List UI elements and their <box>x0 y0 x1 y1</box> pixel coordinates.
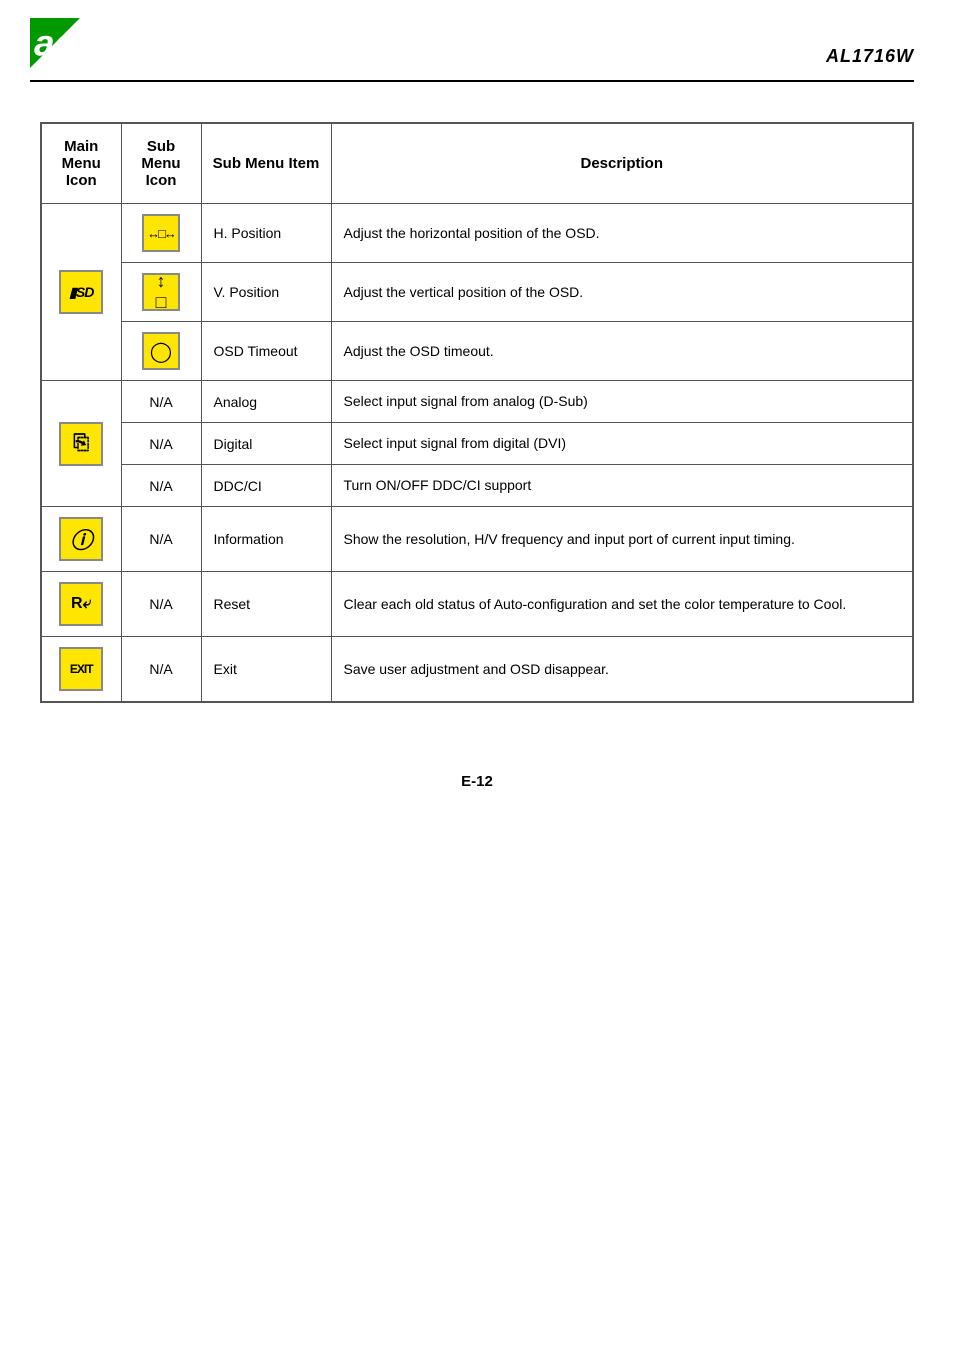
main-icon-info: ⓘ <box>59 517 103 561</box>
item-vposition: V. Position <box>201 263 331 322</box>
page-header: acer AL1716W <box>0 0 954 72</box>
sub-na-reset-cell: N/A <box>121 572 201 637</box>
desc-analog: Select input signal from analog (D-Sub) <box>331 381 913 423</box>
desc-vposition: Adjust the vertical position of the OSD. <box>331 263 913 322</box>
table-row: ◯ OSD Timeout Adjust the OSD timeout. <box>41 322 913 381</box>
table-row: EXIT N/A Exit Save user adjustment and O… <box>41 637 913 703</box>
desc-reset: Clear each old status of Auto-configurat… <box>331 572 913 637</box>
desc-hposition: Adjust the horizontal position of the OS… <box>331 204 913 263</box>
col-header-desc: Description <box>331 123 913 204</box>
table-row: ⓘ N/A Information Show the resolution, H… <box>41 507 913 572</box>
table-row: ⎘ N/A Analog Select input signal from an… <box>41 381 913 423</box>
sub-icon-clock: ◯ <box>142 332 180 370</box>
main-icon-reset-cell: R⤶ <box>41 572 121 637</box>
item-reset: Reset <box>201 572 331 637</box>
sub-icon-clock-cell: ◯ <box>121 322 201 381</box>
item-osd-timeout: OSD Timeout <box>201 322 331 381</box>
main-icon-info-cell: ⓘ <box>41 507 121 572</box>
desc-information: Show the resolution, H/V frequency and i… <box>331 507 913 572</box>
desc-exit: Save user adjustment and OSD disappear. <box>331 637 913 703</box>
item-analog: Analog <box>201 381 331 423</box>
sub-na-digital-cell: N/A <box>121 423 201 465</box>
page-footer: E-12 <box>0 773 954 820</box>
sub-icon-vpos: ↕□ <box>142 273 180 311</box>
page-number: E-12 <box>461 773 493 790</box>
main-content: MainMenuIcon SubMenuIcon Sub Menu Item D… <box>0 82 954 733</box>
table-row: ↕□ V. Position Adjust the vertical posit… <box>41 263 913 322</box>
col-header-main: MainMenuIcon <box>41 123 121 204</box>
col-header-sub: SubMenuIcon <box>121 123 201 204</box>
desc-osd-timeout: Adjust the OSD timeout. <box>331 322 913 381</box>
table-row: R⤶ N/A Reset Clear each old status of Au… <box>41 572 913 637</box>
sub-icon-vpos-cell: ↕□ <box>121 263 201 322</box>
item-exit: Exit <box>201 637 331 703</box>
sub-na-analog-cell: N/A <box>121 381 201 423</box>
desc-ddcci: Turn ON/OFF DDC/CI support <box>331 465 913 507</box>
model-name: AL1716W <box>826 18 914 67</box>
sub-na-info-cell: N/A <box>121 507 201 572</box>
table-row: ▮SD ↔□↔ H. Position Adjust the horizonta… <box>41 204 913 263</box>
desc-digital: Select input signal from digital (DVI) <box>331 423 913 465</box>
svg-text:acer: acer <box>34 23 111 64</box>
item-ddcci: DDC/CI <box>201 465 331 507</box>
main-icon-exit-cell: EXIT <box>41 637 121 703</box>
sub-icon-hpos: ↔□↔ <box>142 214 180 252</box>
table-row: N/A Digital Select input signal from dig… <box>41 423 913 465</box>
main-icon-exit: EXIT <box>59 647 103 691</box>
item-hposition: H. Position <box>201 204 331 263</box>
main-icon-input: ⎘ <box>59 422 103 466</box>
main-icon-osd: ▮SD <box>59 270 103 314</box>
sub-icon-hpos-cell: ↔□↔ <box>121 204 201 263</box>
menu-table: MainMenuIcon SubMenuIcon Sub Menu Item D… <box>40 122 914 703</box>
sub-na-exit-cell: N/A <box>121 637 201 703</box>
acer-logo: acer <box>30 18 130 72</box>
main-icon-reset: R⤶ <box>59 582 103 626</box>
item-information: Information <box>201 507 331 572</box>
table-row: N/A DDC/CI Turn ON/OFF DDC/CI support <box>41 465 913 507</box>
item-digital: Digital <box>201 423 331 465</box>
col-header-item: Sub Menu Item <box>201 123 331 204</box>
main-icon-input-cell: ⎘ <box>41 381 121 507</box>
table-header-row: MainMenuIcon SubMenuIcon Sub Menu Item D… <box>41 123 913 204</box>
sub-na-ddcci-cell: N/A <box>121 465 201 507</box>
main-icon-osd-cell: ▮SD <box>41 204 121 381</box>
